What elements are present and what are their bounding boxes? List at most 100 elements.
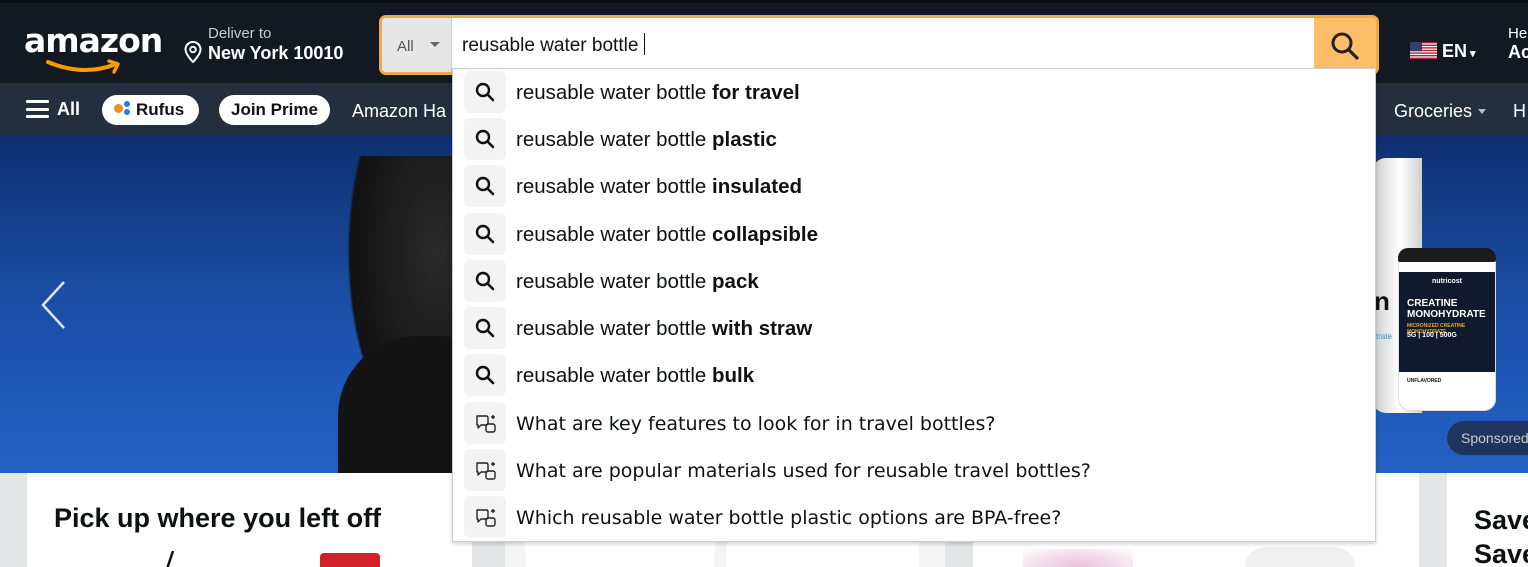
tub-label xyxy=(1399,272,1495,372)
card-title-line-2: Save xyxy=(1474,539,1528,567)
location-pin-icon xyxy=(184,41,202,63)
suggestion-icon-box xyxy=(464,307,506,349)
suggestion-icon-box xyxy=(464,496,506,538)
suggestion-completion: plastic xyxy=(712,128,777,151)
search-suggestions-dropdown: reusable water bottle for travel reusabl… xyxy=(452,68,1376,542)
suggestion-base: reusable water bottle xyxy=(516,364,707,387)
rufus-chat-icon xyxy=(476,509,496,527)
suggestion-icon-box xyxy=(464,449,506,491)
product-tub-front: nutricost CREATINE MONOHYDRATE MICRONIZED… xyxy=(1398,248,1496,411)
account-label: Ac xyxy=(1508,42,1528,62)
suggestion-text: reusable water bottle plastic xyxy=(516,128,777,152)
account-menu[interactable]: He Ac xyxy=(1508,25,1528,63)
suggestion-base: reusable water bottle xyxy=(516,270,707,293)
suggestion-base: reusable water bottle xyxy=(516,317,707,340)
caret-down-icon: ▾ xyxy=(1470,48,1476,60)
suggestion-icon-box xyxy=(464,213,506,255)
search-icon xyxy=(475,271,495,291)
suggestion-icon-box xyxy=(464,165,506,207)
join-prime-label: Join Prime xyxy=(231,100,318,119)
suggestion-item[interactable]: reusable water bottle collapsible xyxy=(453,211,1375,258)
search-icon xyxy=(475,82,495,102)
suggestion-icon-box xyxy=(464,260,506,302)
suggestion-icon-box xyxy=(464,118,506,160)
rufus-icon xyxy=(114,101,132,117)
rufus-question-item[interactable]: Which reusable water bottle plastic opti… xyxy=(453,494,1375,541)
language-selector[interactable]: EN ▾ xyxy=(1410,41,1476,62)
product-name: CREATINE MONOHYDRATE xyxy=(1407,298,1486,320)
deliver-location: New York 10010 xyxy=(208,43,344,63)
us-flag-icon xyxy=(1410,42,1437,59)
suggestion-text: reusable water bottle pack xyxy=(516,270,759,294)
search-icon xyxy=(475,365,495,385)
suggestion-item[interactable]: reusable water bottle bulk xyxy=(453,352,1375,399)
search-icon xyxy=(475,224,495,244)
suggestion-text: reusable water bottle for travel xyxy=(516,81,800,105)
product-thumbnail[interactable] xyxy=(1023,549,1133,567)
suggestion-item[interactable]: reusable water bottle plastic xyxy=(453,116,1375,163)
product-thumbnail[interactable] xyxy=(1245,547,1355,567)
suggestion-completion: collapsible xyxy=(712,223,818,246)
rufus-label: Rufus xyxy=(136,100,185,119)
suggestion-base: reusable water bottle xyxy=(516,175,707,198)
text-cursor xyxy=(644,33,646,55)
subnav-link-groceries[interactable]: Groceries xyxy=(1394,101,1487,122)
product-name-2: MONOHYDRATE xyxy=(1407,309,1486,320)
search-input[interactable]: reusable water bottle xyxy=(462,33,646,57)
amazon-smile-icon xyxy=(46,59,120,74)
join-prime-button[interactable]: Join Prime xyxy=(219,95,330,125)
search-icon xyxy=(1331,32,1359,60)
language-label: EN xyxy=(1442,41,1468,61)
product-specs: 5G | 100 | 500G xyxy=(1407,332,1457,339)
suggestion-text: reusable water bottle insulated xyxy=(516,175,802,199)
all-menu-button[interactable]: All xyxy=(26,99,80,120)
subnav-link-groceries-label: Groceries xyxy=(1394,101,1473,121)
search-bar: All reusable water bottle xyxy=(379,15,1379,75)
product-thumbnail[interactable] xyxy=(320,553,380,567)
subnav-link-amazon-haul[interactable]: Amazon Ha xyxy=(352,101,446,122)
suggestion-completion: for travel xyxy=(712,81,800,104)
suggestion-item[interactable]: reusable water bottle insulated xyxy=(453,163,1375,210)
suggestion-base: reusable water bottle xyxy=(516,223,707,246)
product-name-1: CREATINE xyxy=(1407,298,1458,309)
deliver-label: Deliver to xyxy=(208,25,272,42)
subnav-link-cutoff[interactable]: H xyxy=(1513,101,1526,122)
tub-lid xyxy=(1398,248,1496,262)
card-title: Pick up where you left off xyxy=(54,503,382,533)
suggestion-completion: pack xyxy=(712,270,759,293)
caret-down-icon xyxy=(1478,109,1487,114)
chevron-left-icon[interactable] xyxy=(38,278,70,332)
rufus-question-item[interactable]: What are popular materials used for reus… xyxy=(453,447,1375,494)
back-tub-text: trate xyxy=(1376,332,1393,341)
product-brand: nutricost xyxy=(1432,278,1462,285)
rufus-button[interactable]: Rufus xyxy=(102,95,199,125)
card-title-line-1: Save xyxy=(1474,505,1528,535)
suggestion-icon-box xyxy=(464,402,506,444)
suggestion-text: reusable water bottle bulk xyxy=(516,364,754,388)
card-pick-up[interactable]: Pick up where you left off xyxy=(27,473,472,567)
rufus-question-item[interactable]: What are key features to look for in tra… xyxy=(453,400,1375,447)
product-flavor: UNFLAVORED xyxy=(1407,378,1442,384)
suggestion-item[interactable]: reusable water bottle pack xyxy=(453,258,1375,305)
search-icon xyxy=(475,176,495,196)
rufus-question-text: What are popular materials used for reus… xyxy=(516,460,1091,482)
search-submit-button[interactable] xyxy=(1314,18,1376,72)
search-category-dropdown[interactable]: All xyxy=(382,18,452,72)
product-thumbnail[interactable] xyxy=(157,549,187,567)
search-input-value: reusable water bottle xyxy=(462,35,639,56)
amazon-logo[interactable]: amazon xyxy=(24,21,163,60)
suggestion-completion: bulk xyxy=(712,364,755,387)
suggestion-base: reusable water bottle xyxy=(516,128,707,151)
rufus-chat-icon xyxy=(476,415,496,433)
all-menu-label: All xyxy=(57,99,81,119)
suggestion-item[interactable]: reusable water bottle with straw xyxy=(453,305,1375,352)
suggestion-base: reusable water bottle xyxy=(516,81,707,104)
rufus-question-text: What are key features to look for in tra… xyxy=(516,413,996,435)
account-greeting: He xyxy=(1508,25,1528,42)
suggestion-item[interactable]: reusable water bottle for travel xyxy=(453,69,1375,116)
sponsored-badge[interactable]: Sponsored xyxy=(1447,421,1528,455)
search-icon xyxy=(475,129,495,149)
search-category-label: All xyxy=(397,38,414,55)
card-save[interactable]: Save Save xyxy=(1447,473,1528,567)
suggestion-completion: with straw xyxy=(712,317,813,340)
